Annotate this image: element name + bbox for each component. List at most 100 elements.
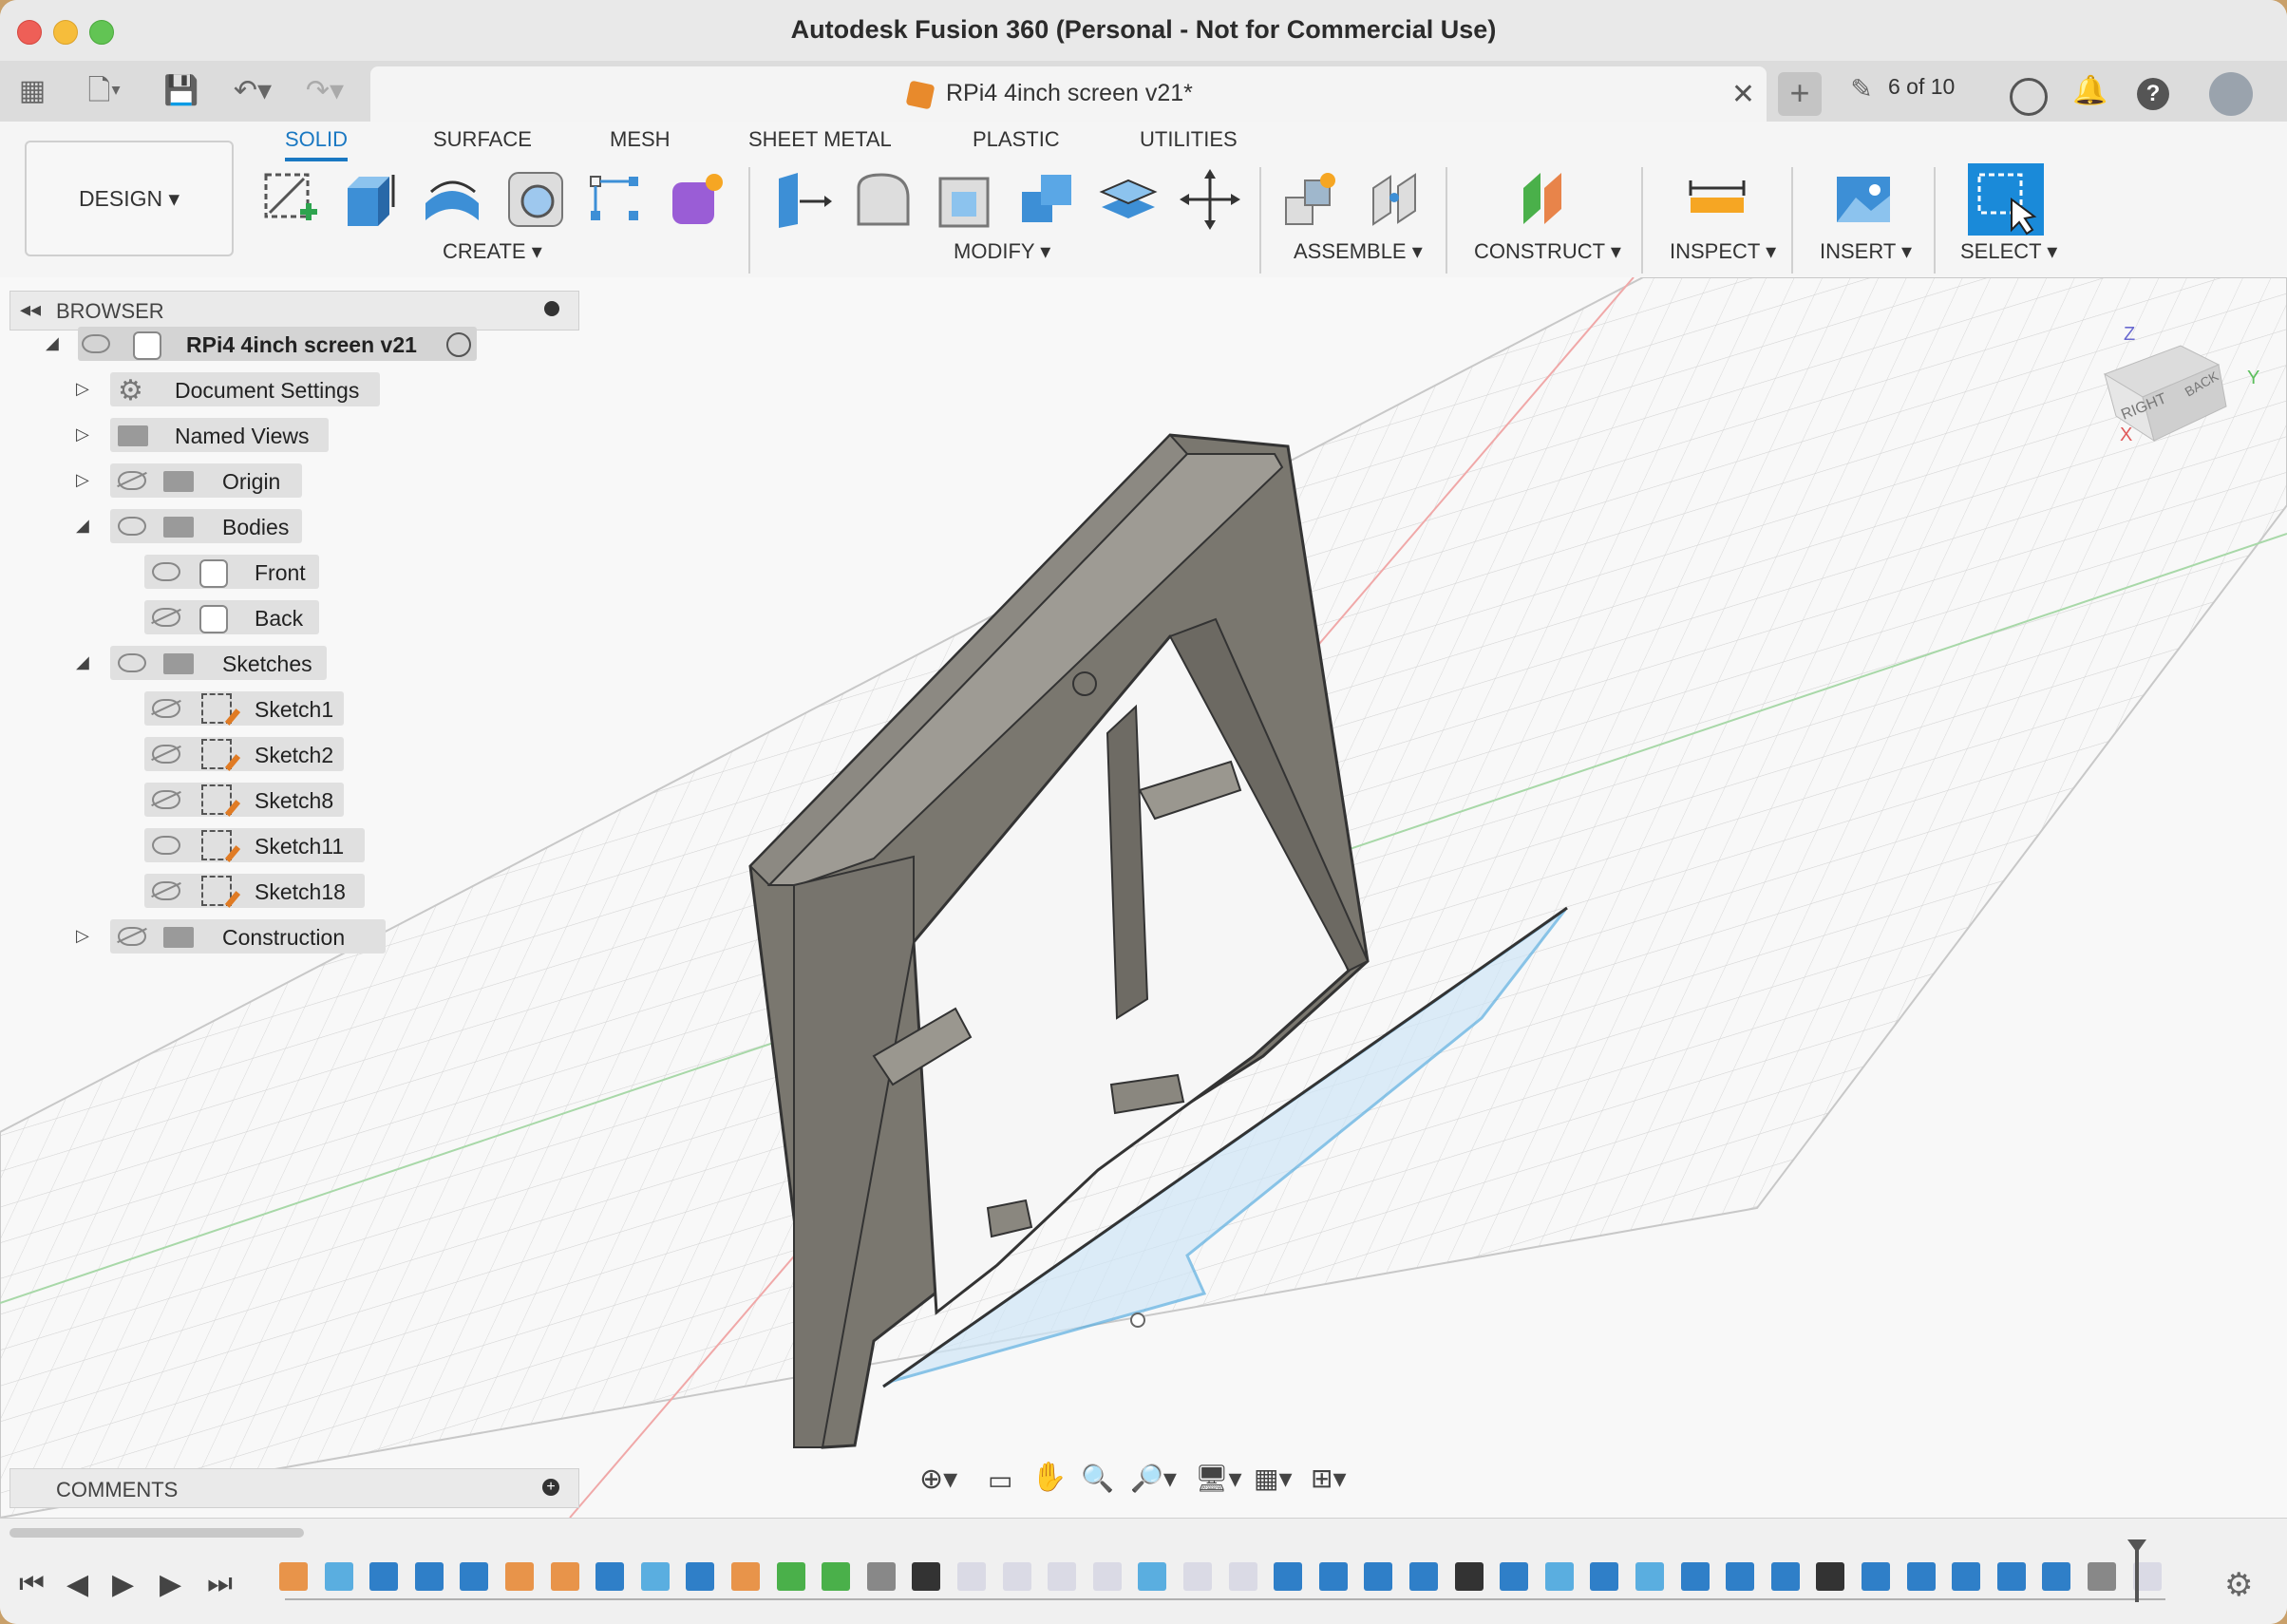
expand-triangle-icon[interactable]: ▷: [76, 425, 89, 444]
tab-mesh[interactable]: MESH: [610, 127, 671, 152]
inspect-menu[interactable]: INSPECT ▾: [1670, 239, 1776, 264]
timeline-feature-icon[interactable]: [1952, 1562, 1981, 1591]
insert-menu[interactable]: INSERT ▾: [1820, 239, 1912, 264]
eye-icon[interactable]: [118, 517, 146, 536]
collapse-triangle-icon[interactable]: ◢: [46, 333, 59, 353]
offset-face-icon[interactable]: [1098, 169, 1159, 230]
browser-item-origin[interactable]: ▷ Origin: [72, 462, 452, 500]
orbit-icon[interactable]: ⊕▾: [919, 1463, 957, 1496]
revolve-icon[interactable]: [422, 169, 482, 230]
timeline-feature-icon[interactable]: [957, 1562, 986, 1591]
timeline-feature-icon[interactable]: [1364, 1562, 1393, 1591]
step-forward-icon[interactable]: ▶: [160, 1568, 181, 1601]
timeline-feature-icon[interactable]: [1002, 1562, 1031, 1591]
tab-sheet-metal[interactable]: SHEET METAL: [748, 127, 892, 152]
eye-hidden-icon[interactable]: [152, 881, 180, 900]
browser-item-named-views[interactable]: ▷ Named Views: [72, 416, 452, 454]
browser-item-sketch11[interactable]: Sketch11: [144, 826, 429, 864]
extrude-icon[interactable]: [340, 169, 401, 230]
tab-utilities[interactable]: UTILITIES: [1140, 127, 1238, 152]
timeline-settings-gear-icon[interactable]: ⚙: [2224, 1566, 2253, 1604]
save-icon[interactable]: 💾: [163, 74, 198, 108]
create-menu[interactable]: CREATE ▾: [443, 239, 542, 264]
hole-icon[interactable]: [505, 169, 566, 230]
timeline-feature-icon[interactable]: [595, 1562, 625, 1591]
browser-item-back[interactable]: Back: [144, 598, 429, 636]
timeline-feature-icon[interactable]: [1500, 1562, 1529, 1591]
timeline-feature-icon[interactable]: [731, 1562, 760, 1591]
eye-hidden-icon[interactable]: [152, 745, 180, 764]
timeline-feature-icon[interactable]: [1274, 1562, 1303, 1591]
play-icon[interactable]: ▶: [112, 1568, 134, 1601]
timeline-feature-icon[interactable]: [1544, 1562, 1574, 1591]
eye-hidden-icon[interactable]: [118, 471, 146, 490]
viewports-icon[interactable]: ⊞▾: [1311, 1463, 1347, 1494]
workspace-switcher-button[interactable]: DESIGN ▾: [25, 141, 234, 256]
select-menu[interactable]: SELECT ▾: [1960, 239, 2057, 264]
browser-item-bodies[interactable]: ◢ Bodies: [72, 507, 452, 545]
timeline-feature-icon[interactable]: [686, 1562, 715, 1591]
eye-icon[interactable]: [118, 653, 146, 672]
timeline-feature-icon[interactable]: [1409, 1562, 1438, 1591]
timeline-feature-icon[interactable]: [1454, 1562, 1484, 1591]
combine-icon[interactable]: [1016, 169, 1077, 230]
job-status-count[interactable]: 6 of 10: [1888, 74, 1955, 100]
timeline-feature-icon[interactable]: [369, 1562, 399, 1591]
tab-surface[interactable]: SURFACE: [433, 127, 532, 152]
timeline-feature-icon[interactable]: [414, 1562, 444, 1591]
canvas-viewport[interactable]: RIGHT BACK Z Y X ◂◂ BROWSER ◢ RPi4 4inch…: [0, 277, 2287, 1518]
fillet-icon[interactable]: [853, 169, 914, 230]
sketch-point[interactable]: [1130, 1312, 1145, 1328]
expand-triangle-icon[interactable]: ▷: [76, 379, 89, 399]
expand-triangle-icon[interactable]: ▷: [76, 926, 89, 946]
user-avatar[interactable]: [2209, 72, 2253, 116]
timeline-feature-icon[interactable]: [1635, 1562, 1664, 1591]
help-icon[interactable]: ?: [2137, 78, 2169, 110]
assemble-menu[interactable]: ASSEMBLE ▾: [1294, 239, 1423, 264]
add-comment-icon[interactable]: +: [542, 1479, 559, 1496]
eye-icon[interactable]: [82, 334, 110, 353]
timeline-feature-icon[interactable]: [1862, 1562, 1890, 1591]
document-tab[interactable]: RPi4 4inch screen v21* ✕: [370, 66, 1767, 122]
timeline-feature-icon[interactable]: [1906, 1562, 1936, 1591]
measure-icon[interactable]: [1687, 169, 1748, 230]
browser-item-document-settings[interactable]: ▷ ⚙ Document Settings: [72, 370, 452, 408]
timeline-feature-icon[interactable]: [912, 1562, 941, 1591]
browser-item-sketches[interactable]: ◢ Sketches: [72, 644, 452, 682]
tab-plastic[interactable]: PLASTIC: [973, 127, 1060, 152]
display-settings-icon[interactable]: 🖥▾: [1195, 1463, 1242, 1494]
browser-item-sketch8[interactable]: Sketch8: [144, 781, 429, 819]
undo-icon[interactable]: ↶▾: [224, 74, 281, 108]
eye-icon[interactable]: [152, 836, 180, 855]
timeline-feature-icon[interactable]: [1138, 1562, 1167, 1591]
browser-item-construction[interactable]: ▷ Construction: [72, 917, 452, 955]
collapse-panel-icon[interactable]: ◂◂: [20, 297, 41, 322]
new-component-icon[interactable]: [1282, 169, 1343, 230]
timeline-feature-icon[interactable]: [866, 1562, 896, 1591]
horizontal-scrollbar[interactable]: [9, 1528, 304, 1538]
press-pull-icon[interactable]: [771, 169, 832, 230]
look-at-icon[interactable]: ▭: [988, 1464, 1012, 1496]
select-tool-icon[interactable]: [1968, 163, 2044, 236]
browser-item-sketch18[interactable]: Sketch18: [144, 872, 429, 910]
history-clock-icon[interactable]: [2010, 78, 2048, 116]
collapse-triangle-icon[interactable]: ◢: [76, 652, 89, 672]
expand-triangle-icon[interactable]: ▷: [76, 470, 89, 490]
fit-zoom-icon[interactable]: 🔎▾: [1130, 1463, 1177, 1494]
app-grid-icon[interactable]: ▦: [15, 74, 49, 108]
create-form-icon[interactable]: [667, 169, 728, 230]
timeline-feature-icon[interactable]: [1996, 1562, 2026, 1591]
browser-root-item[interactable]: ◢ RPi4 4inch screen v21: [42, 325, 517, 363]
timeline-feature-icon[interactable]: [279, 1562, 308, 1591]
timeline-feature-icon[interactable]: [1816, 1562, 1845, 1591]
timeline-feature-icon[interactable]: [1770, 1562, 1800, 1591]
shell-icon[interactable]: [935, 169, 995, 230]
timeline-feature-icon[interactable]: [460, 1562, 489, 1591]
timeline-feature-icon[interactable]: [640, 1562, 670, 1591]
timeline-feature-icon[interactable]: [1092, 1562, 1122, 1591]
timeline-marker[interactable]: [2135, 1545, 2139, 1602]
step-back-icon[interactable]: ◀: [66, 1568, 88, 1601]
grid-settings-icon[interactable]: ▦▾: [1254, 1463, 1293, 1494]
view-cube[interactable]: RIGHT BACK Z Y X: [2095, 317, 2266, 469]
eye-hidden-icon[interactable]: [152, 608, 180, 627]
